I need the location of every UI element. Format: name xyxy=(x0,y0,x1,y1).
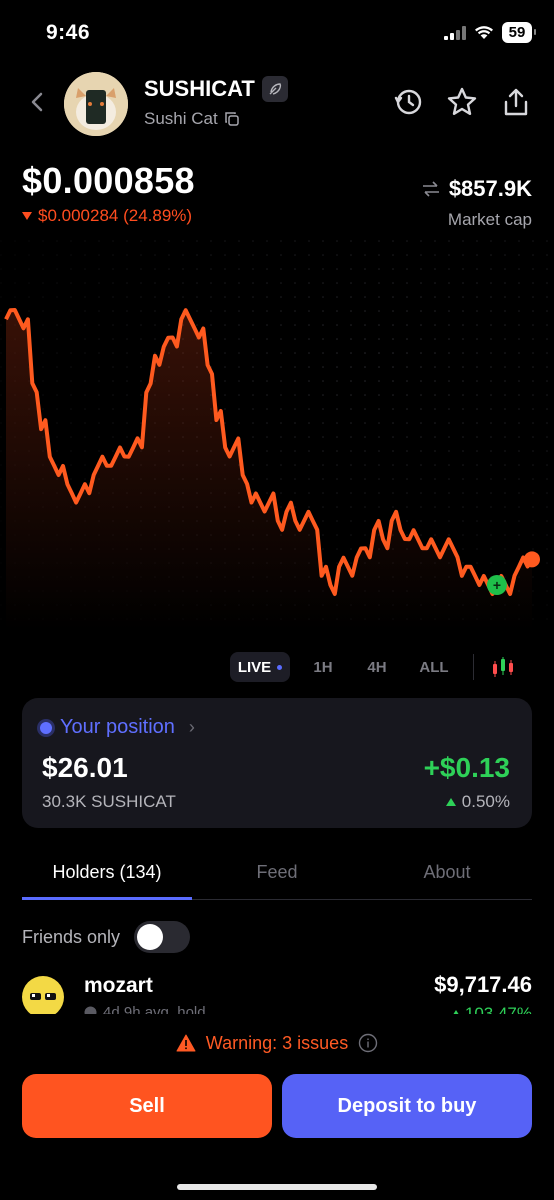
status-icons: 59 xyxy=(444,22,536,43)
sell-button[interactable]: Sell xyxy=(22,1074,272,1138)
back-chevron-icon[interactable] xyxy=(26,90,50,114)
warning-banner[interactable]: Warning: 3 issues xyxy=(0,1030,554,1056)
friends-only-toggle[interactable] xyxy=(134,921,191,953)
home-indicator xyxy=(177,1184,377,1190)
price-chart[interactable]: + xyxy=(0,240,554,630)
time-range-selector: LIVE 1H 4H ALL xyxy=(0,650,554,686)
market-cap-block[interactable]: $857.9K Market cap xyxy=(421,176,532,230)
sushi-cat-image xyxy=(64,72,128,136)
your-position-card[interactable]: Your position › $26.01 30.3K SUSHICAT +$… xyxy=(22,698,532,828)
range-divider xyxy=(473,654,474,680)
price-change: $0.000284 (24.89%) xyxy=(22,206,195,226)
candlestick-icon[interactable] xyxy=(491,655,515,679)
info-icon[interactable] xyxy=(358,1033,378,1053)
range-all-button[interactable]: ALL xyxy=(412,652,456,682)
position-pnl-pct: 0.50% xyxy=(445,792,510,812)
price-chart-svg[interactable]: + xyxy=(0,240,554,630)
warning-icon xyxy=(176,1034,196,1052)
active-tab-indicator xyxy=(22,897,192,900)
status-bar: 9:46 59 xyxy=(0,0,554,66)
holder-name: mozart xyxy=(84,974,153,997)
holder-avatar xyxy=(22,976,64,1014)
position-title: Your position xyxy=(60,716,175,738)
share-icon[interactable] xyxy=(500,86,532,118)
range-live-button[interactable]: LIVE xyxy=(230,652,290,682)
buy-marker-label: + xyxy=(493,577,501,593)
battery-indicator: 59 xyxy=(502,22,536,43)
tab-holders[interactable]: Holders (134) xyxy=(22,862,192,883)
chevron-right-icon: › xyxy=(188,717,195,737)
swap-arrows-icon xyxy=(422,181,439,197)
detail-tabs: Holders (134) Feed About xyxy=(22,848,532,900)
range-1h-button[interactable]: 1H xyxy=(305,652,341,682)
wifi-icon xyxy=(475,26,493,39)
history-icon[interactable] xyxy=(392,86,424,118)
market-cap-value-row: $857.9K xyxy=(421,176,532,202)
holder-list-item[interactable]: mozart 4d 9h avg. hold $9,717.46 103.47% xyxy=(22,966,532,1014)
position-value: $26.01 xyxy=(42,752,128,783)
up-triangle-icon xyxy=(445,798,456,806)
price-block: $0.000858 $0.000284 (24.89%) xyxy=(22,160,195,226)
position-pnl: +$0.13 xyxy=(423,752,510,783)
holder-hold-time-text: 4d 9h avg. hold xyxy=(103,1004,206,1014)
holder-pct: 103.47% xyxy=(450,1004,532,1014)
copy-icon[interactable] xyxy=(224,111,240,127)
holder-value: $9,717.46 xyxy=(434,972,532,997)
action-buttons: Sell Deposit to buy xyxy=(22,1074,532,1138)
holder-pct-value: 103.47% xyxy=(464,1004,532,1014)
status-time: 9:46 xyxy=(46,21,91,44)
token-name: SUSHICAT xyxy=(144,76,255,101)
signal-icon xyxy=(444,25,466,40)
friends-only-label: Friends only xyxy=(22,926,121,947)
warning-text: Warning: 3 issues xyxy=(205,1032,349,1053)
toggle-knob xyxy=(137,924,164,950)
clock-icon xyxy=(84,1006,97,1014)
token-fullname: Sushi Cat xyxy=(144,109,218,128)
token-header: SUSHICAT Sushi Cat xyxy=(0,70,554,140)
tab-feed[interactable]: Feed xyxy=(192,862,362,883)
feather-badge-icon xyxy=(262,76,288,102)
range-4h-button[interactable]: 4H xyxy=(359,652,395,682)
market-cap-value: $857.9K xyxy=(448,176,532,201)
live-dot xyxy=(277,664,283,670)
holder-hold-time: 4d 9h avg. hold xyxy=(84,1004,206,1014)
friends-only-filter: Friends only xyxy=(22,920,222,954)
position-pnl-pct-value: 0.50% xyxy=(461,792,510,811)
current-price-dot xyxy=(524,551,540,568)
token-price: $0.000858 xyxy=(22,160,195,201)
token-avatar xyxy=(64,72,128,136)
range-live-label: LIVE xyxy=(237,658,272,676)
position-title-row[interactable]: Your position › xyxy=(40,716,195,739)
price-change-value: $0.000284 (24.89%) xyxy=(38,206,193,225)
deposit-to-buy-button[interactable]: Deposit to buy xyxy=(282,1074,532,1138)
up-triangle-icon xyxy=(450,1010,461,1014)
down-triangle-icon xyxy=(22,212,32,220)
tab-about[interactable]: About xyxy=(362,862,532,883)
position-dot-icon xyxy=(40,721,52,734)
token-subtitle: Sushi Cat xyxy=(144,109,240,129)
star-icon[interactable] xyxy=(446,86,478,118)
market-cap-label: Market cap xyxy=(447,210,532,229)
position-amount: 30.3K SUSHICAT xyxy=(42,792,176,811)
